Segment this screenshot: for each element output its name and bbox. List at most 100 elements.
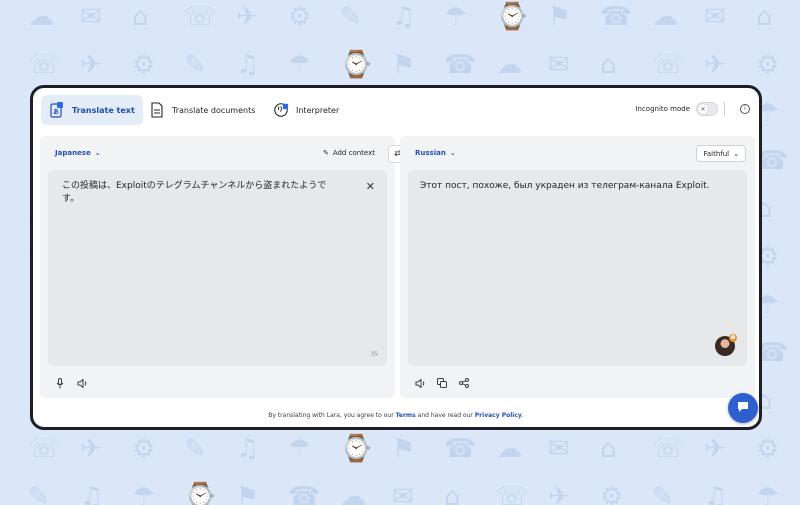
- pattern-icon: ✎: [28, 482, 50, 505]
- speaker-icon[interactable]: [414, 377, 426, 389]
- close-icon: ✕: [698, 104, 708, 114]
- pencil-icon: ✎: [322, 149, 329, 157]
- document-icon: [149, 101, 165, 119]
- chevron-down-icon: ⌄: [733, 149, 739, 158]
- pattern-icon: ⌂: [132, 2, 149, 32]
- target-actions: [414, 377, 470, 389]
- incognito-mode: Incognito mode ✕: [635, 102, 725, 116]
- pattern-icon: ⚙: [288, 2, 312, 32]
- speaker-icon[interactable]: [76, 377, 88, 389]
- top-bar: あ Translate text Translate documents Int…: [33, 88, 759, 132]
- pattern-icon: ✈: [548, 482, 570, 505]
- source-text[interactable]: この投稿は、Exploitのテレグラムチャンネルから盗まれたようです。: [62, 180, 342, 206]
- pattern-icon: ✈: [80, 434, 102, 464]
- pattern-icon: ✉: [548, 434, 570, 464]
- source-actions: [54, 377, 88, 389]
- pattern-icon: ⚙: [756, 50, 780, 80]
- pattern-icon: ☏: [28, 434, 61, 464]
- emoji-badge-icon: ☻: [729, 334, 737, 342]
- app-window: あ Translate text Translate documents Int…: [30, 85, 762, 430]
- style-label: Faithful: [703, 149, 730, 158]
- footer-prefix: By translating with Lara, you agree to o…: [268, 412, 394, 419]
- pattern-icon: ⌚: [340, 50, 373, 80]
- pattern-icon: ⚑: [548, 2, 572, 32]
- pattern-icon: ⌂: [600, 434, 617, 464]
- pattern-icon: ⚙: [756, 434, 780, 464]
- source-language-label: Japanese: [55, 149, 91, 157]
- pattern-icon: ⚙: [132, 50, 156, 80]
- tab-label: Translate text: [72, 105, 135, 115]
- footer-middle: and have read our: [417, 412, 473, 419]
- pattern-icon: ♫: [704, 482, 728, 505]
- pattern-icon: ⌂: [444, 482, 461, 505]
- source-panel: Japanese ⌄ ✎ Add context この投稿は、Exploitのテ…: [40, 136, 395, 398]
- target-language-label: Russian: [415, 149, 446, 157]
- target-language-select[interactable]: Russian ⌄: [415, 149, 456, 157]
- pattern-icon: ⚙: [600, 482, 624, 505]
- share-icon[interactable]: [458, 377, 470, 389]
- pattern-icon: ☂: [288, 434, 312, 464]
- source-text-area[interactable]: この投稿は、Exploitのテレグラムチャンネルから盗まれたようです。 ✕ 35: [48, 170, 387, 366]
- pattern-icon: ✉: [80, 2, 102, 32]
- svg-text:あ: あ: [53, 108, 59, 116]
- pattern-icon: ☂: [288, 50, 312, 80]
- footer-notice: By translating with Lara, you agree to o…: [33, 412, 759, 419]
- pattern-icon: ☂: [756, 482, 780, 505]
- pattern-icon: ☁: [28, 2, 54, 32]
- avatar[interactable]: ☻: [715, 334, 737, 356]
- source-language-select[interactable]: Japanese ⌄: [55, 149, 101, 157]
- pattern-icon: ⚑: [392, 434, 416, 464]
- chat-button[interactable]: [728, 393, 758, 423]
- tab-label: Interpreter: [296, 105, 340, 115]
- info-icon[interactable]: i: [740, 104, 750, 114]
- translation-style-select[interactable]: Faithful ⌄: [696, 145, 746, 162]
- pattern-icon: ✉: [704, 2, 726, 32]
- pattern-icon: ☏: [28, 50, 61, 80]
- pattern-icon: ♫: [392, 2, 416, 32]
- footer-suffix: .: [521, 412, 524, 419]
- divider: [724, 102, 725, 116]
- add-context-button[interactable]: ✎ Add context: [323, 149, 375, 157]
- pattern-icon: ☁: [652, 2, 678, 32]
- pattern-icon: ✈: [704, 50, 726, 80]
- pattern-icon: ✈: [80, 50, 102, 80]
- microphone-icon[interactable]: [54, 377, 66, 389]
- pattern-icon: ⌚: [184, 482, 217, 505]
- pattern-icon: ✎: [652, 482, 674, 505]
- pattern-icon: ☎: [444, 434, 477, 464]
- target-text-area: Этот пост, похоже, был украден из телегр…: [408, 170, 747, 366]
- pattern-icon: ⌂: [600, 50, 617, 80]
- pattern-icon: ☎: [600, 2, 633, 32]
- target-panel: Russian ⌄ Faithful ⌄ Этот пост, похоже, …: [400, 136, 755, 398]
- pattern-icon: ☏: [496, 482, 529, 505]
- pattern-icon: ⚑: [392, 50, 416, 80]
- translated-text: Этот пост, похоже, был украден из телегр…: [420, 181, 710, 191]
- pattern-icon: ♫: [236, 434, 260, 464]
- pattern-icon: ☂: [444, 2, 468, 32]
- copy-icon[interactable]: [436, 377, 448, 389]
- chat-bubble-icon: [736, 399, 750, 418]
- pattern-icon: ☎: [288, 482, 321, 505]
- interpreter-icon: [273, 101, 289, 119]
- tab-label: Translate documents: [172, 105, 256, 115]
- pattern-icon: ♫: [236, 50, 260, 80]
- privacy-policy-link[interactable]: Privacy Policy: [475, 412, 522, 419]
- tab-interpreter[interactable]: Interpreter: [265, 95, 347, 125]
- tab-translate-text[interactable]: あ Translate text: [41, 95, 143, 125]
- pattern-icon: ☁: [496, 434, 522, 464]
- add-context-label: Add context: [332, 149, 375, 157]
- translate-text-icon: あ: [49, 101, 65, 119]
- pattern-icon: ☁: [496, 50, 522, 80]
- tab-translate-documents[interactable]: Translate documents: [141, 95, 263, 125]
- chevron-down-icon: ⌄: [449, 149, 456, 157]
- clear-text-icon[interactable]: ✕: [366, 180, 375, 193]
- chevron-down-icon: ⌄: [94, 149, 101, 157]
- incognito-toggle[interactable]: ✕: [696, 102, 718, 116]
- terms-link[interactable]: Terms: [396, 412, 416, 419]
- pattern-icon: ☏: [184, 2, 217, 32]
- pattern-icon: ✈: [236, 2, 258, 32]
- pattern-icon: ⚑: [236, 482, 260, 505]
- pattern-icon: ✈: [704, 434, 726, 464]
- pattern-icon: ⌂: [756, 2, 773, 32]
- pattern-icon: ⚙: [132, 434, 156, 464]
